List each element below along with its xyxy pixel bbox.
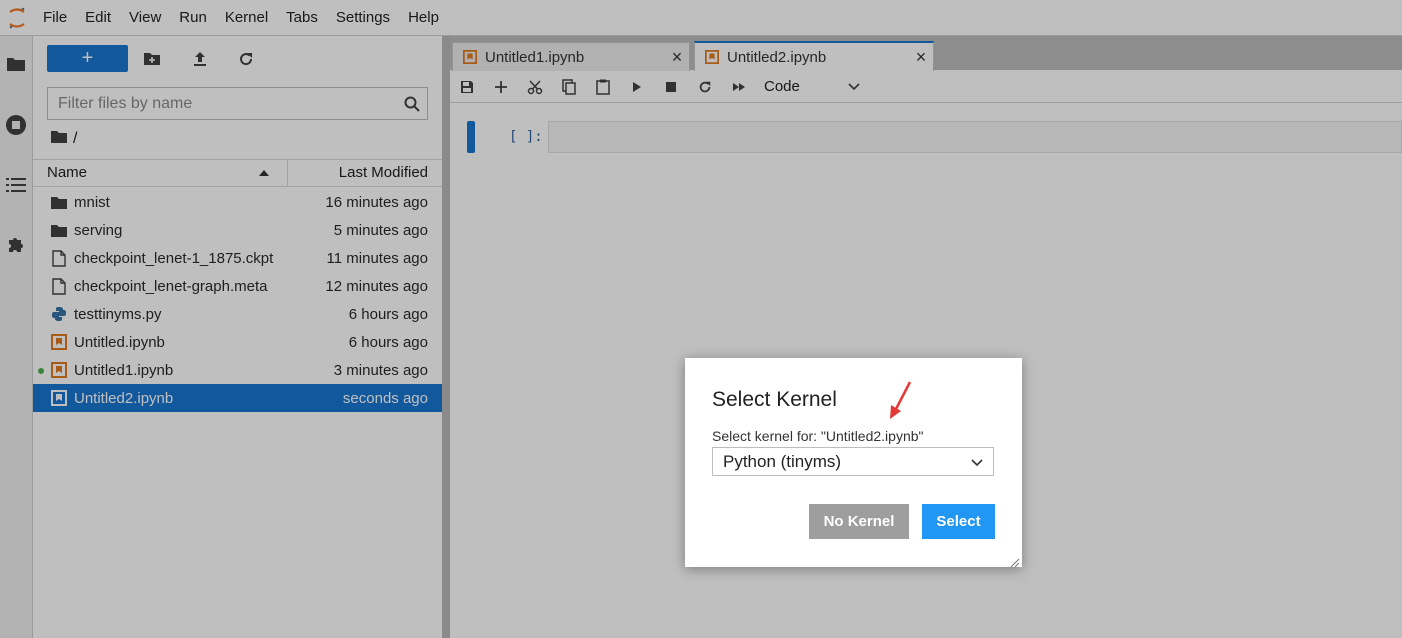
kernel-select[interactable]: Python (tinyms) [712, 447, 994, 476]
dialog-title: Select Kernel [712, 388, 837, 411]
annotation-arrow-icon [890, 381, 912, 419]
kernel-select-value: Python (tinyms) [723, 451, 842, 471]
resize-grip-icon[interactable] [1010, 555, 1020, 568]
no-kernel-button[interactable]: No Kernel [809, 504, 909, 539]
jupyterlab-app: File Edit View Run Kernel Tabs Settings … [0, 0, 1402, 638]
select-button[interactable]: Select [922, 504, 995, 539]
chevron-down-icon [971, 452, 983, 472]
select-kernel-dialog: Select Kernel Select kernel for: "Untitl… [685, 358, 1022, 568]
dialog-label: Select kernel for: "Untitled2.ipynb" [712, 428, 924, 444]
